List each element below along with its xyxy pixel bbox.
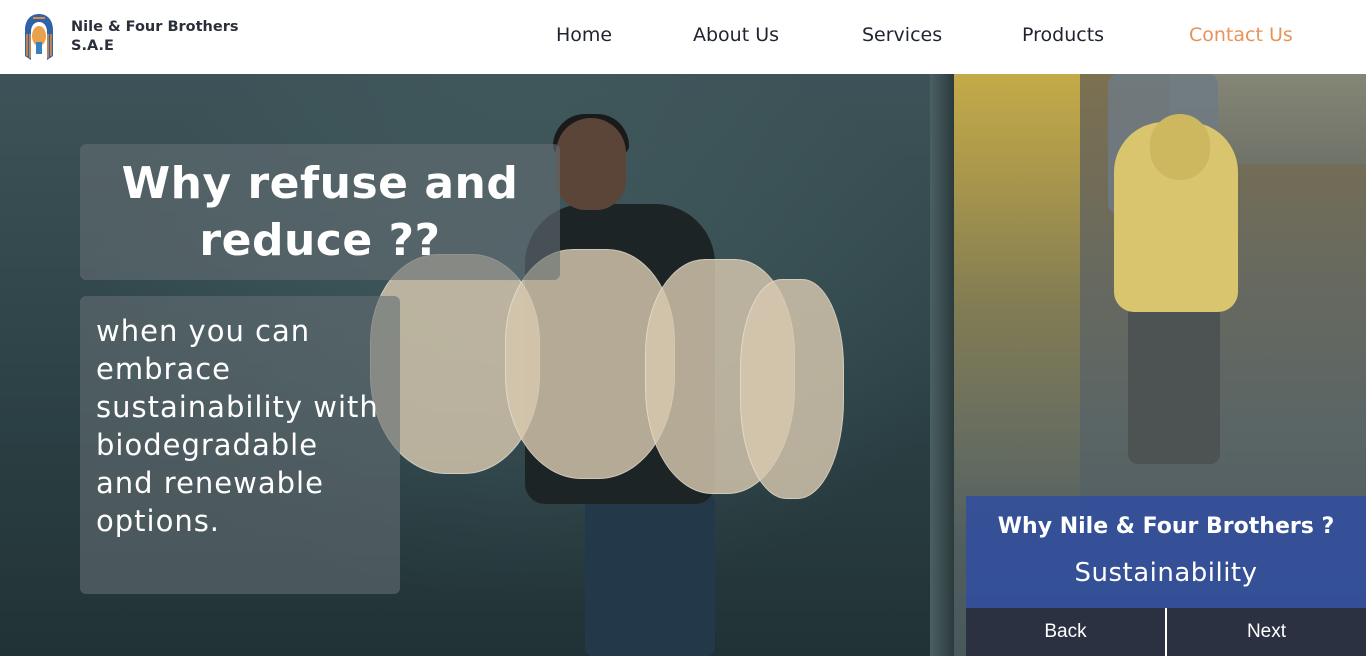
why-card-title: Why Nile & Four Brothers ? xyxy=(997,514,1335,539)
nav-about-us[interactable]: About Us xyxy=(693,24,779,46)
why-card: Why Nile & Four Brothers ? Sustainabilit… xyxy=(966,496,1366,608)
button-divider xyxy=(1165,608,1167,656)
hero-body-panel: when you can embrace sustainability with… xyxy=(80,296,400,594)
hero-body-text: when you can embrace sustainability with… xyxy=(96,314,379,538)
nav-home[interactable]: Home xyxy=(556,24,612,46)
hero-title: Why refuse and reduce ?? xyxy=(121,158,519,266)
plastic-bag xyxy=(740,279,844,499)
main-nav: Home About Us Services Products Contact … xyxy=(0,24,1366,50)
site-header: Nile & Four Brothers S.A.E Home About Us… xyxy=(0,0,1366,74)
nav-services[interactable]: Services xyxy=(862,24,942,46)
next-button[interactable]: Next xyxy=(1167,608,1366,656)
nav-contact-us[interactable]: Contact Us xyxy=(1189,24,1293,46)
back-button[interactable]: Back xyxy=(966,608,1165,656)
nav-products[interactable]: Products xyxy=(1022,24,1104,46)
why-card-subtitle: Sustainability xyxy=(1074,558,1258,588)
hero-title-panel: Why refuse and reduce ?? xyxy=(80,144,560,280)
